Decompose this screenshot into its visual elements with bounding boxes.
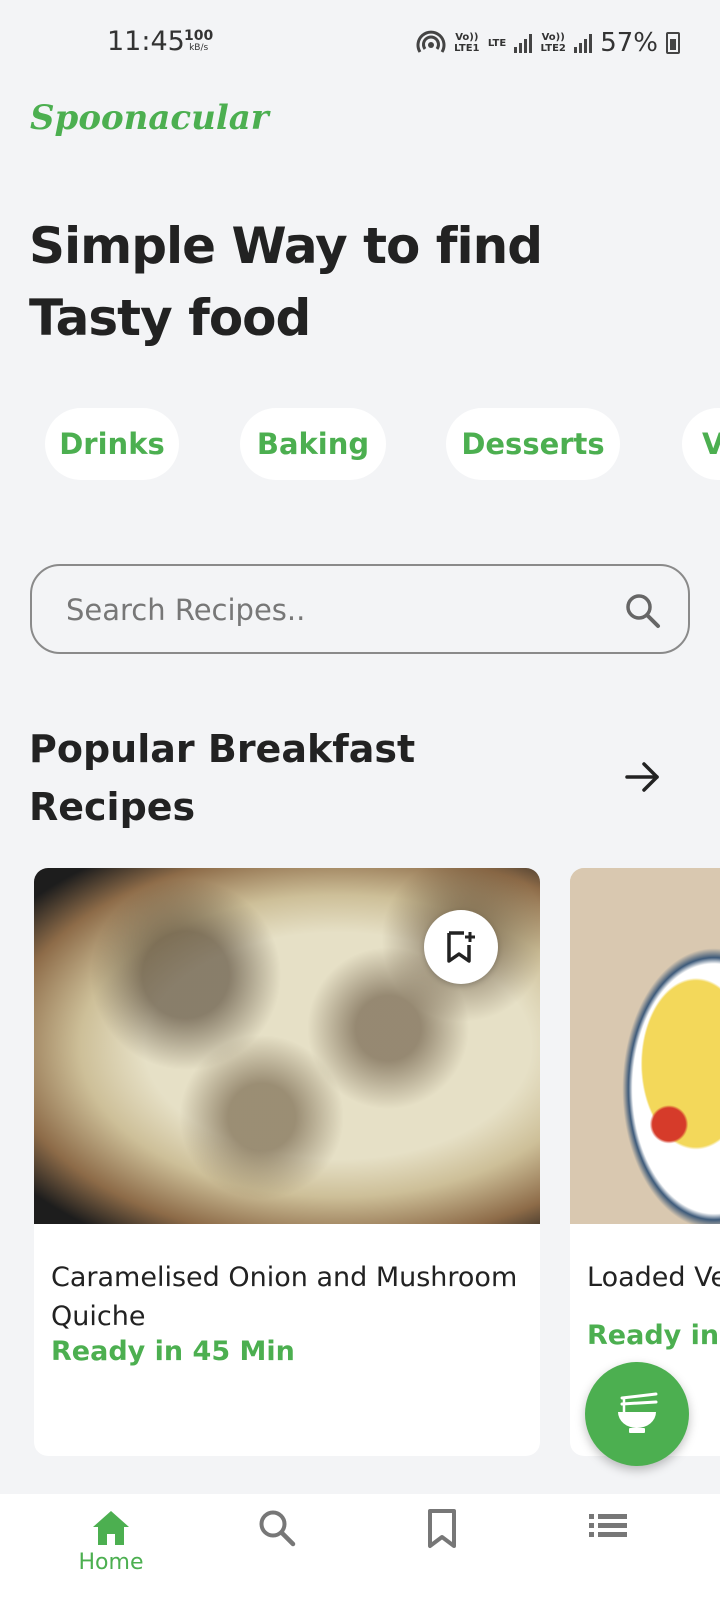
recipe-ready-time: Ready in 4: [587, 1320, 720, 1351]
category-chip-drinks[interactable]: Drinks: [45, 408, 179, 480]
recipe-ready-time: Ready in 45 Min: [51, 1336, 295, 1367]
battery-icon: [666, 32, 680, 54]
category-chips: Drinks Baking Desserts V: [0, 408, 720, 484]
bookmark-icon: [428, 1509, 456, 1548]
nav-list[interactable]: [548, 1494, 668, 1600]
recipe-title: Caramelised Onion and Mushroom Quiche: [51, 1262, 518, 1332]
sim2-label: Vo)) LTE2: [540, 32, 566, 54]
section-title: Popular Breakfast Recipes: [29, 720, 449, 836]
list-icon: [589, 1514, 627, 1537]
search-icon: [259, 1510, 296, 1547]
hotspot-icon: [416, 30, 446, 53]
recipe-card[interactable]: Caramelised Onion and Mushroom Quiche Re…: [34, 868, 540, 1456]
app-logo: Spoonacular: [30, 98, 269, 138]
lte-label: LTE: [487, 37, 507, 49]
bookmark-add-icon: [447, 931, 475, 963]
network-speed: 100 kB/s: [184, 29, 213, 54]
battery-percent: 57%: [600, 28, 658, 58]
hero-line-2: Tasty food: [29, 289, 311, 347]
category-chip-partial[interactable]: V: [682, 408, 720, 480]
bookmark-add-button[interactable]: [424, 910, 498, 984]
nav-home-label: Home: [78, 1550, 144, 1575]
hero-heading: Simple Way to find Tasty food: [29, 210, 629, 354]
status-icons: Vo)) LTE1 LTE Vo)) LTE2 57%: [416, 28, 680, 58]
arrow-right-icon[interactable]: [622, 756, 664, 798]
bottom-navigation: Home: [0, 1494, 720, 1600]
recipe-title: Loaded Ve: [587, 1262, 720, 1293]
recipe-image: [570, 868, 720, 1224]
meal-planner-fab[interactable]: [585, 1362, 689, 1466]
search-bar[interactable]: [30, 564, 690, 654]
nav-bookmarks[interactable]: [382, 1494, 502, 1600]
nav-search[interactable]: [217, 1494, 337, 1600]
signal2-icon: [574, 33, 593, 53]
home-icon: [93, 1511, 129, 1545]
section-title-line-2: Recipes: [29, 785, 196, 829]
sim1-label: Vo)) LTE1: [454, 32, 480, 54]
category-chip-baking[interactable]: Baking: [240, 408, 386, 480]
section-title-line-1: Popular Breakfast: [29, 727, 416, 771]
nav-home[interactable]: Home: [51, 1494, 171, 1600]
search-input[interactable]: [66, 586, 606, 634]
status-bar: 11:45 100 kB/s Vo)) LTE1 LTE Vo)) LTE2 5…: [0, 0, 720, 90]
hero-line-1: Simple Way to find: [29, 217, 543, 275]
signal1-icon: [514, 33, 533, 53]
search-icon[interactable]: [624, 592, 662, 630]
bowl-icon: [618, 1392, 658, 1433]
status-time: 11:45: [107, 26, 185, 57]
category-chip-desserts[interactable]: Desserts: [446, 408, 620, 480]
